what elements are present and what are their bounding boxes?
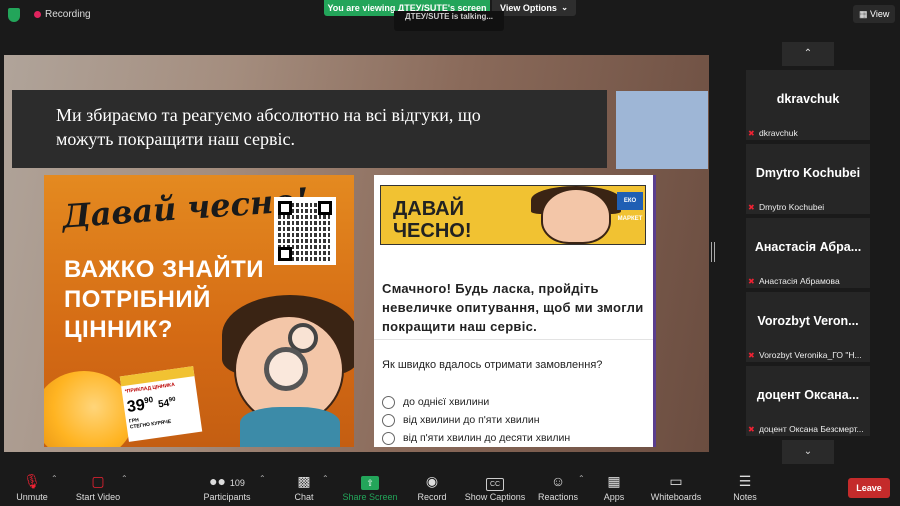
participant-label: ✖ Vorozbyt Veronika_ГО "Н...	[748, 350, 862, 360]
participants-caret[interactable]: ⌃	[259, 474, 266, 483]
grid-icon: ▦	[859, 9, 871, 19]
chevron-down-icon: ⌄	[561, 3, 568, 12]
participant-name: Dmytro Kochubei	[755, 166, 861, 180]
radio-icon[interactable]	[382, 431, 395, 445]
participant-tile[interactable]: dkravchuk ✖ dkravchuk	[746, 70, 870, 140]
participant-tile[interactable]: Vorozbyt Veron... ✖ Vorozbyt Veronika_ГО …	[746, 292, 870, 362]
survey-question: Як швидко вдалось отримати замовлення?	[382, 359, 603, 371]
chevron-up-icon: ⌃	[803, 48, 813, 59]
slide-title: Ми збираємо та реагуємо абсолютно на всі…	[56, 103, 586, 151]
survey-banner-text: ДАВАЙ ЧЕСНО!	[393, 198, 472, 242]
slide-title-line1: Ми збираємо та реагуємо абсолютно на всі…	[56, 105, 481, 125]
mic-muted-icon: ✖	[748, 203, 755, 212]
participants-icon: ●● 109	[209, 473, 245, 489]
survey-option[interactable]: від п'яти хвилин до десяти хвилин	[382, 431, 642, 447]
mic-muted-icon: ✖	[748, 351, 755, 360]
participant-tile[interactable]: Анастасія Абра... ✖ Анастасія Абрамова	[746, 218, 870, 288]
magnifier-icon	[264, 347, 308, 391]
radio-icon[interactable]	[382, 395, 395, 409]
eko-market-logo: ЕКО МАРКЕТ	[617, 192, 643, 222]
qr-code-icon	[274, 197, 336, 265]
survey-option[interactable]: від хвилини до п'яти хвилин	[382, 413, 642, 429]
poster-script-text: Давай чесно!	[60, 180, 310, 236]
survey-option[interactable]: до однієї хвилини	[382, 395, 642, 411]
survey-intro: Смачного! Будь ласка, пройдіть невеличке…	[382, 281, 644, 334]
decorative-square	[616, 91, 708, 169]
audio-options-caret[interactable]: ⌃	[51, 474, 58, 483]
chevron-down-icon: ⌄	[803, 446, 813, 457]
participant-name: доцент Оксана...	[756, 388, 860, 402]
view-options-button[interactable]: View Options ⌄	[492, 0, 576, 16]
captions-icon: CC	[463, 472, 527, 491]
share-screen-button[interactable]: ⇧ Share Screen	[338, 472, 402, 502]
apps-button[interactable]: ▦ Apps	[582, 472, 646, 502]
chat-caret[interactable]: ⌃	[322, 474, 329, 483]
promo-poster: Давай чесно! ВАЖКО ЗНАЙТИ ПОТРІБНИЙ ЦІНН…	[44, 175, 354, 447]
security-shield-icon[interactable]	[8, 8, 20, 22]
slide-title-line2: можуть покращити наш сервіс.	[56, 129, 295, 149]
survey-divider	[374, 339, 653, 340]
participant-name: dkravchuk	[776, 92, 840, 106]
survey-form: ДАВАЙ ЧЕСНО! ЕКО МАРКЕТ Смачного! Будь л…	[374, 175, 656, 447]
record-button[interactable]: ◉ Record	[400, 472, 464, 502]
view-label: View	[870, 9, 890, 19]
apps-icon: ▦	[607, 473, 621, 489]
participant-label: ✖ доцент Оксана Безсмерт...	[748, 424, 864, 434]
notes-button[interactable]: ☰ Notes	[713, 472, 777, 502]
scroll-down-button[interactable]: ⌄	[782, 440, 834, 464]
participant-label: ✖ Dmytro Kochubei	[748, 202, 825, 212]
mic-muted-icon: ✖	[748, 277, 755, 286]
whiteboard-icon: ▭	[669, 473, 683, 489]
talking-indicator: ДТЕУ/SUTE is talking...	[394, 11, 504, 31]
participant-tile[interactable]: Dmytro Kochubei ✖ Dmytro Kochubei	[746, 144, 870, 214]
view-button[interactable]: ▦ View	[853, 5, 895, 23]
leave-button[interactable]: Leave	[848, 478, 890, 498]
share-screen-icon: ⇧	[338, 472, 402, 490]
record-icon: ◉	[425, 473, 439, 489]
girl-body-illustration	[240, 407, 340, 447]
mic-muted-icon: ✖	[748, 129, 755, 138]
participant-tile[interactable]: доцент Оксана... ✖ доцент Оксана Безсмерт…	[746, 366, 870, 436]
scroll-up-button[interactable]: ⌃	[782, 42, 834, 66]
participant-name: Анастасія Абра...	[754, 240, 862, 254]
participant-label: ✖ dkravchuk	[748, 128, 798, 138]
participant-label: ✖ Анастасія Абрамова	[748, 276, 840, 286]
price-tag: *ПРИКЛАД ЦІННИКА 3990 5490 ГРН СТЕГНО КУ…	[119, 366, 203, 442]
radio-icon[interactable]	[382, 413, 395, 427]
recording-dot-icon	[34, 11, 41, 18]
resize-handle[interactable]	[711, 242, 715, 262]
banner-girl-illustration	[541, 188, 611, 244]
survey-banner: ДАВАЙ ЧЕСНО! ЕКО МАРКЕТ	[380, 185, 646, 245]
show-captions-button[interactable]: CC Show Captions	[463, 472, 527, 502]
poster-line1: ВАЖКО ЗНАЙТИ	[64, 256, 265, 283]
video-options-caret[interactable]: ⌃	[121, 474, 128, 483]
view-options-label: View Options	[500, 3, 557, 13]
recording-label: Recording	[45, 9, 91, 20]
participant-name: Vorozbyt Veron...	[757, 314, 859, 328]
participants-button[interactable]: ●● 109 Participants	[195, 472, 259, 502]
mic-muted-icon: ✖	[748, 425, 755, 434]
whiteboards-button[interactable]: ▭ Whiteboards	[644, 472, 708, 502]
notes-icon: ☰	[738, 473, 752, 489]
shared-screen: Ми збираємо та реагуємо абсолютно на всі…	[4, 55, 709, 452]
